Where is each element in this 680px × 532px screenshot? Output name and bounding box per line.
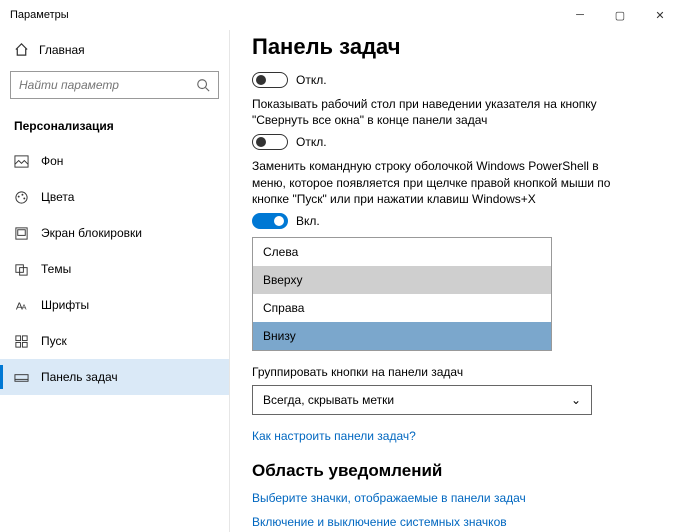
page-title: Панель задач <box>252 34 658 60</box>
option-top[interactable]: Вверху <box>253 266 551 294</box>
start-icon <box>14 334 29 349</box>
group-label: Группировать кнопки на панели задач <box>252 365 658 379</box>
content-area: Панель задач Откл. Показывать рабочий ст… <box>230 30 680 532</box>
sidebar-item-background[interactable]: Фон <box>0 143 229 179</box>
lockscreen-icon <box>14 226 29 241</box>
search-input-wrap[interactable] <box>10 71 219 99</box>
sidebar-item-label: Темы <box>41 262 71 276</box>
sidebar-item-fonts[interactable]: AA Шрифты <box>0 287 229 323</box>
sidebar-item-label: Фон <box>41 154 63 168</box>
link-system-icons[interactable]: Включение и выключение системных значков <box>252 515 658 529</box>
toggle-state: Откл. <box>296 135 327 149</box>
taskbar-icon <box>14 370 29 385</box>
toggle-switch-off-icon <box>252 72 288 88</box>
sidebar-section: Персонализация <box>0 113 229 143</box>
svg-text:A: A <box>22 302 27 311</box>
desc-powershell: Заменить командную строку оболочкой Wind… <box>252 158 632 207</box>
sidebar-item-label: Цвета <box>41 190 74 204</box>
taskbar-position-listbox[interactable]: Слева Вверху Справа Внизу <box>252 237 552 351</box>
home-link[interactable]: Главная <box>0 36 229 63</box>
home-label: Главная <box>39 43 85 57</box>
palette-icon <box>14 190 29 205</box>
option-left[interactable]: Слева <box>253 238 551 266</box>
home-icon <box>14 42 29 57</box>
window-title: Параметры <box>10 9 69 21</box>
sidebar: Главная Персонализация Фон Цвета Экран б… <box>0 30 230 532</box>
sidebar-item-lockscreen[interactable]: Экран блокировки <box>0 215 229 251</box>
toggle-state: Откл. <box>296 73 327 87</box>
chevron-down-icon: ⌄ <box>571 393 581 407</box>
maximize-button[interactable]: ▢ <box>600 0 640 30</box>
minimize-button[interactable]: ─ <box>560 0 600 30</box>
option-bottom[interactable]: Внизу <box>253 322 551 350</box>
close-button[interactable]: ✕ <box>640 0 680 30</box>
toggle-state: Вкл. <box>296 214 320 228</box>
titlebar: Параметры ─ ▢ ✕ <box>0 0 680 30</box>
sidebar-item-themes[interactable]: Темы <box>0 251 229 287</box>
fonts-icon: AA <box>14 298 29 313</box>
sidebar-item-label: Панель задач <box>41 370 118 384</box>
sidebar-item-colors[interactable]: Цвета <box>0 179 229 215</box>
group-combobox[interactable]: Всегда, скрывать метки ⌄ <box>252 385 592 415</box>
sidebar-item-label: Шрифты <box>41 298 89 312</box>
option-right[interactable]: Справа <box>253 294 551 322</box>
sidebar-item-start[interactable]: Пуск <box>0 323 229 359</box>
desc-peek: Показывать рабочий стол при наведении ук… <box>252 96 632 128</box>
search-input[interactable] <box>19 78 196 92</box>
sidebar-item-label: Экран блокировки <box>41 226 142 240</box>
themes-icon <box>14 262 29 277</box>
toggle-powershell[interactable]: Вкл. <box>252 213 658 229</box>
help-link[interactable]: Как настроить панели задач? <box>252 429 658 443</box>
sidebar-item-label: Пуск <box>41 334 67 348</box>
toggle-peek[interactable]: Откл. <box>252 134 658 150</box>
image-icon <box>14 154 29 169</box>
search-icon <box>196 78 210 92</box>
section-notification: Область уведомлений <box>252 461 658 481</box>
sidebar-item-taskbar[interactable]: Панель задач <box>0 359 229 395</box>
toggle-peek-partial[interactable]: Откл. <box>252 72 658 88</box>
toggle-switch-off-icon <box>252 134 288 150</box>
toggle-switch-on-icon <box>252 213 288 229</box>
link-select-icons[interactable]: Выберите значки, отображаемые в панели з… <box>252 491 658 505</box>
combo-value: Всегда, скрывать метки <box>263 393 394 407</box>
